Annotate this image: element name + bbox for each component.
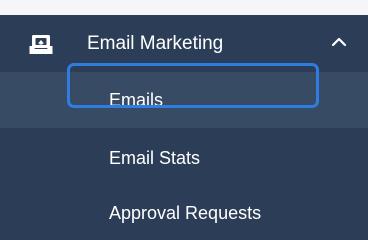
chevron-up-icon[interactable] <box>331 36 347 48</box>
menu-item-label: Email Stats <box>109 148 201 168</box>
menu-item-emails[interactable]: Emails <box>0 72 368 128</box>
email-marketing-group-header[interactable]: Email Marketing <box>0 15 368 72</box>
menu-item-email-stats[interactable]: Email Stats <box>0 128 368 184</box>
menu-item-approval-requests[interactable]: Approval Requests <box>0 184 368 240</box>
sidebar-menu: Email Marketing Emails Email Stats Appro… <box>0 15 368 240</box>
menu-item-label: Approval Requests <box>109 203 262 223</box>
menu-item-label: Emails <box>109 90 164 110</box>
group-label: Email Marketing <box>87 33 224 54</box>
inbox-tray-icon <box>29 35 53 54</box>
